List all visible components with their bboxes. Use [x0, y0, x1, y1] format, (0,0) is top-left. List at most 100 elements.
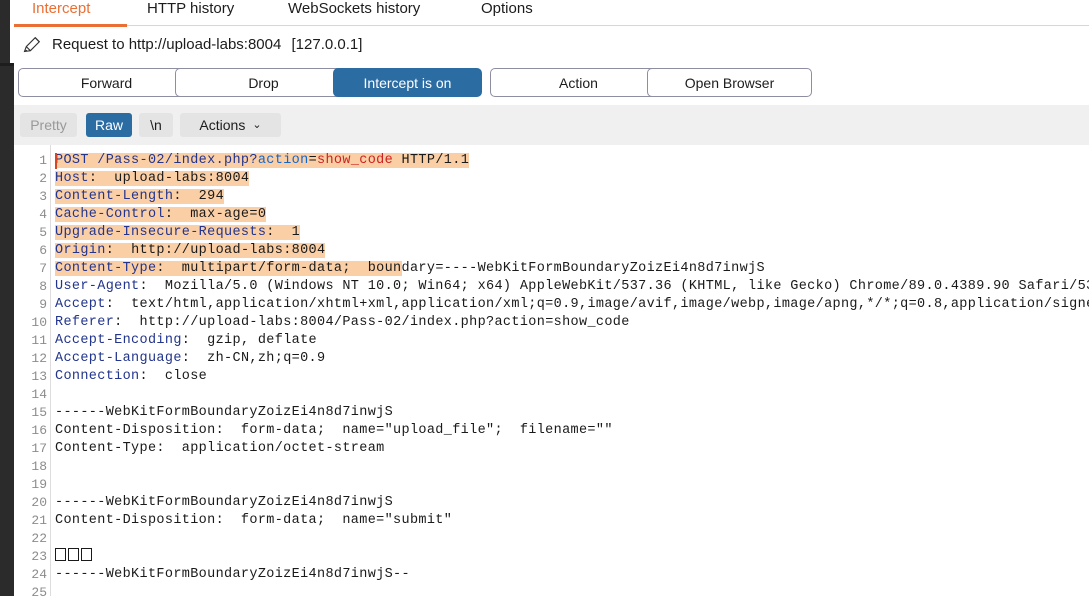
- left-rail-top: [0, 0, 10, 66]
- line-number: 10: [31, 315, 47, 330]
- selection-highlight: : multipart/form-data; boun: [156, 261, 402, 276]
- code-line[interactable]: Content-Disposition: form-data; name="up…: [55, 422, 613, 440]
- line-number: 4: [39, 207, 47, 222]
- toggle-raw-label: Raw: [94, 117, 123, 133]
- tab-options[interactable]: Options: [479, 0, 535, 21]
- request-title-text: Request to http://upload-labs:8004: [52, 36, 282, 53]
- line-number: 16: [31, 423, 47, 438]
- code-token: Host: [55, 171, 89, 186]
- code-token: =: [308, 153, 318, 168]
- code-token: : Mozilla/5.0 (Windows NT 10.0; Win64; x…: [139, 279, 1089, 294]
- code-line[interactable]: User-Agent: Mozilla/5.0 (Windows NT 10.0…: [55, 278, 1089, 296]
- line-number-gutter: 1 2 3 4 5 6 7 8 9 10 11 12 13 14 15 16 17 18 19 20 21 22 23 24 2…: [14, 145, 47, 596]
- request-title-row: Request to http://upload-labs:8004 [127.…: [14, 28, 1089, 64]
- editor-toolbar: Pretty Raw \n Actions ⌄: [14, 105, 1089, 146]
- code-token: Accept-Language: [55, 351, 182, 366]
- line-number: 18: [31, 459, 47, 474]
- gutter-divider: [50, 145, 51, 596]
- selection-highlight: Content-Length: 294: [55, 189, 225, 204]
- code-token: Content-Disposition: form-data; name="up…: [55, 423, 613, 438]
- line-number: 7: [39, 261, 47, 276]
- line-number: 15: [31, 405, 47, 420]
- line-number: 14: [31, 387, 47, 402]
- toggle-raw[interactable]: Raw: [86, 113, 132, 137]
- unrenderable-glyph: [55, 548, 66, 561]
- unrenderable-glyph: [68, 548, 79, 561]
- code-token: Origin: [55, 243, 106, 258]
- code-token: : 1: [266, 225, 301, 240]
- tab-strip: Intercept HTTP history WebSockets history O…: [14, 0, 1089, 28]
- code-token: ------WebKitFormBoundaryZoizEi4n8d7inwjS: [55, 495, 394, 510]
- toggle-actions-label: Actions: [199, 117, 246, 133]
- toggle-newline[interactable]: \n: [139, 113, 173, 137]
- code-line[interactable]: Content-Type: multipart/form-data; bound…: [55, 260, 765, 278]
- line-number: 17: [31, 441, 47, 456]
- code-line[interactable]: ------WebKitFormBoundaryZoizEi4n8d7inwjS…: [55, 566, 410, 584]
- code-token: ------WebKitFormBoundaryZoizEi4n8d7inwjS: [55, 405, 394, 420]
- toggle-pretty[interactable]: Pretty: [20, 113, 77, 137]
- line-number: 1: [39, 153, 47, 168]
- intercept-is-on-button[interactable]: Intercept is on: [333, 68, 482, 97]
- forward-button[interactable]: Forward: [18, 68, 195, 97]
- tab-intercept[interactable]: Intercept: [30, 0, 92, 21]
- selection-highlight: POST /Pass-02/index.php?action=show_code…: [55, 153, 470, 168]
- code-token: : http://upload-labs:8004/Pass-02/index.…: [114, 315, 630, 330]
- tab-websockets-history[interactable]: WebSockets history: [286, 0, 422, 21]
- text-caret: [55, 153, 57, 169]
- code-line[interactable]: Content-Length: 294: [55, 188, 225, 206]
- code-line[interactable]: Upgrade-Insecure-Requests: 1: [55, 224, 301, 242]
- chevron-down-icon: ⌄: [252, 118, 262, 131]
- code-line[interactable]: Content-Disposition: form-data; name="su…: [55, 512, 452, 530]
- code-token: Cache-Control: [55, 207, 165, 222]
- line-number: 25: [31, 585, 47, 596]
- code-line[interactable]: Accept-Language: zh-CN,zh;q=0.9: [55, 350, 325, 368]
- code-token: : text/html,application/xhtml+xml,applic…: [105, 297, 1089, 312]
- tab-http-history[interactable]: HTTP history: [145, 0, 236, 21]
- open-browser-button[interactable]: Open Browser: [647, 68, 812, 97]
- code-token: show_code: [317, 153, 394, 168]
- code-token: : max-age=0: [164, 207, 267, 222]
- line-number: 23: [31, 549, 47, 564]
- code-line[interactable]: [55, 548, 94, 566]
- line-number: 12: [31, 351, 47, 366]
- code-line[interactable]: Referer: http://upload-labs:8004/Pass-02…: [55, 314, 630, 332]
- action-button[interactable]: Action: [490, 68, 667, 97]
- code-token: Accept-Encoding: [55, 333, 182, 348]
- code-line[interactable]: POST /Pass-02/index.php?action=show_code…: [55, 152, 470, 170]
- line-number: 2: [39, 171, 47, 186]
- page-title: Request to http://upload-labs:8004 [127.…: [52, 36, 362, 53]
- selection-highlight: Origin: http://upload-labs:8004: [55, 243, 326, 258]
- code-line[interactable]: Content-Type: application/octet-stream: [55, 440, 385, 458]
- code-token: POST /Pass-02/index.php?: [55, 153, 258, 168]
- selection-highlight: Content-Type: [55, 261, 157, 276]
- code-line[interactable]: Host: upload-labs:8004: [55, 170, 250, 188]
- code-line[interactable]: Accept-Encoding: gzip, deflate: [55, 332, 317, 350]
- drop-button[interactable]: Drop: [175, 68, 352, 97]
- line-number: 3: [39, 189, 47, 204]
- code-token: : upload-labs:8004: [88, 171, 250, 186]
- code-line[interactable]: Cache-Control: max-age=0: [55, 206, 267, 224]
- intercept-action-bar: Forward Drop Intercept is on Action Open Bro…: [14, 64, 1089, 106]
- line-number: 9: [39, 297, 47, 312]
- code-token: ------WebKitFormBoundaryZoizEi4n8d7inwjS…: [55, 567, 410, 582]
- selection-highlight: Upgrade-Insecure-Requests: 1: [55, 225, 301, 240]
- code-token: action: [257, 153, 309, 168]
- line-number: 19: [31, 477, 47, 492]
- code-line[interactable]: Origin: http://upload-labs:8004: [55, 242, 326, 260]
- code-token: Upgrade-Insecure-Requests: [55, 225, 267, 240]
- line-number: 5: [39, 225, 47, 240]
- line-number: 20: [31, 495, 47, 510]
- raw-request-editor[interactable]: 1 2 3 4 5 6 7 8 9 10 11 12 13 14 15 16 17 18 19 20 21 22 23 24 2…: [14, 145, 1089, 596]
- code-line[interactable]: Accept: text/html,application/xhtml+xml,…: [55, 296, 1089, 314]
- tab-strip-baseline: [127, 25, 1089, 26]
- request-code-area[interactable]: POST /Pass-02/index.php?action=show_code…: [55, 145, 1089, 596]
- toggle-actions[interactable]: Actions ⌄: [180, 113, 281, 137]
- code-token: Content-Disposition: form-data; name="su…: [55, 513, 453, 528]
- code-token: : gzip, deflate: [181, 333, 318, 348]
- line-number: 11: [31, 333, 47, 348]
- code-line[interactable]: Connection: close: [55, 368, 207, 386]
- code-line[interactable]: ------WebKitFormBoundaryZoizEi4n8d7inwjS: [55, 404, 393, 422]
- code-line[interactable]: ------WebKitFormBoundaryZoizEi4n8d7inwjS: [55, 494, 393, 512]
- code-token: : close: [139, 369, 208, 384]
- request-client-address: [127.0.0.1]: [291, 36, 363, 53]
